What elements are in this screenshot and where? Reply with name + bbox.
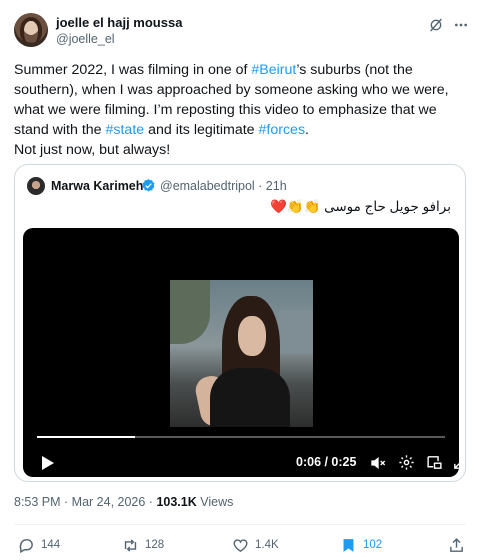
repost-button[interactable]: 128 <box>122 536 164 554</box>
settings-gear-icon[interactable] <box>398 454 415 471</box>
quoted-tweet[interactable]: Marwa Karimeh @emalabedtripol · 21h براف… <box>14 164 466 482</box>
reply-icon <box>19 538 33 553</box>
share-icon <box>450 537 463 552</box>
reply-count: 144 <box>41 539 61 551</box>
views-count[interactable]: 103.1K <box>156 495 196 509</box>
video-scene-face <box>238 316 266 356</box>
bookmark-button[interactable]: 102 <box>340 536 382 554</box>
video-progress-bar[interactable] <box>37 436 445 438</box>
avatar-face <box>25 21 37 35</box>
avatar[interactable] <box>14 13 48 47</box>
bookmark-count: 102 <box>363 539 383 551</box>
tweet-text-line2: Not just now, but always! <box>14 142 171 158</box>
tweet-timestamp[interactable]: 8:53 PM · Mar 24, 2026 · <box>14 495 156 509</box>
author-handle[interactable]: @joelle_el <box>56 32 115 46</box>
divider <box>14 524 466 525</box>
video-frame[interactable] <box>170 280 313 427</box>
heart-icon <box>233 538 248 552</box>
video-scene-body <box>210 368 290 427</box>
tweet: joelle el hajj moussa @joelle_el Summer … <box>0 0 478 560</box>
tweet-text-part: and its legitimate <box>144 122 259 138</box>
hashtag-forces[interactable]: #forces <box>259 122 306 138</box>
quote-text: برافو جويل حاج موسى 👏👏❤️ <box>269 199 451 214</box>
tweet-text: Summer 2022, I was filming in one of #Be… <box>14 60 466 160</box>
repost-count: 128 <box>145 539 165 551</box>
share-button[interactable] <box>448 536 465 554</box>
grok-icon[interactable] <box>428 17 444 33</box>
verified-badge-icon <box>142 178 155 192</box>
hashtag-beirut[interactable]: #Beirut <box>251 62 296 78</box>
video-scene-tree <box>170 280 210 344</box>
hashtag-state[interactable]: #state <box>106 122 145 138</box>
views-label: Views <box>196 495 234 509</box>
reply-button[interactable]: 144 <box>18 536 60 554</box>
quote-avatar[interactable] <box>27 177 45 195</box>
video-scene-car <box>279 310 313 354</box>
picture-in-picture-icon[interactable] <box>426 454 443 471</box>
like-button[interactable]: 1.4K <box>232 536 279 554</box>
like-count: 1.4K <box>255 539 279 551</box>
tweet-text-part: . <box>305 122 309 138</box>
quote-author-name[interactable]: Marwa Karimeh <box>51 179 143 193</box>
video-player[interactable]: 0:06 / 0:25 <box>23 228 459 477</box>
mute-icon[interactable] <box>370 455 386 471</box>
repost-icon <box>124 538 137 552</box>
tweet-text-part: Summer 2022, I was filming in one of <box>14 62 252 78</box>
video-time: 0:06 / 0:25 <box>296 455 357 469</box>
quote-author-handle[interactable]: @emalabedtripol · 21h <box>160 179 287 193</box>
bookmark-icon <box>343 538 354 552</box>
author-name[interactable]: joelle el hajj moussa <box>56 15 182 30</box>
more-options-icon[interactable] <box>453 17 469 33</box>
fullscreen-icon[interactable] <box>452 454 459 471</box>
video-progress-fill <box>37 436 135 438</box>
play-icon[interactable] <box>41 455 55 471</box>
tweet-metadata: 8:53 PM · Mar 24, 2026 · 103.1K Views <box>14 495 233 509</box>
